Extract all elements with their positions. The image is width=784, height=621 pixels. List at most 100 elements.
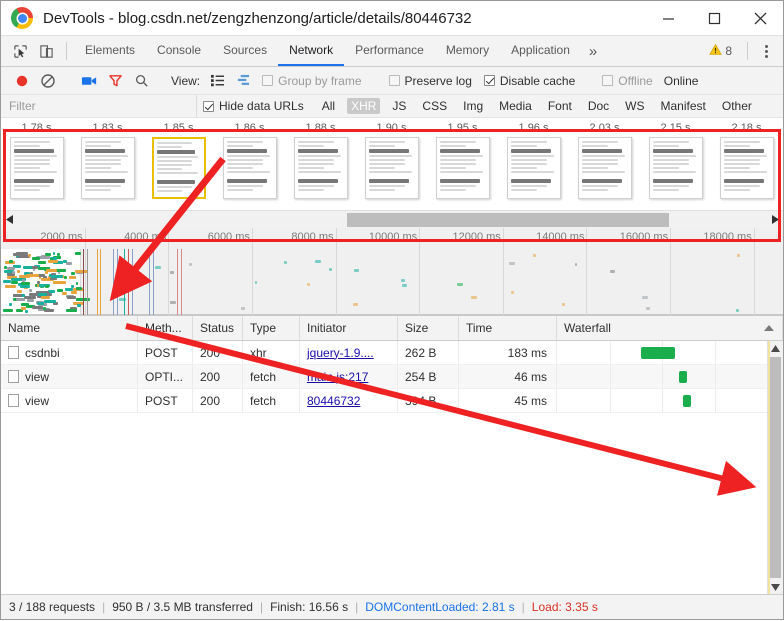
filter-type-media[interactable]: Media: [495, 98, 536, 114]
tab-memory[interactable]: Memory: [435, 36, 500, 66]
column-header-status[interactable]: Status: [193, 316, 243, 340]
filter-funnel-icon[interactable]: [102, 73, 128, 88]
filmstrip-frame[interactable]: 1.78 s: [1, 122, 72, 199]
tab-console[interactable]: Console: [146, 36, 212, 66]
filmstrip-frame-thumbnail[interactable]: [719, 137, 774, 199]
scroll-down-arrow-icon[interactable]: [771, 579, 780, 594]
filter-type-img[interactable]: Img: [459, 98, 487, 114]
close-button[interactable]: [737, 1, 783, 35]
filmstrip[interactable]: 1.78 s 1.83 s 1.85 s 1.86 s 1.88 s 1.90 s 1.95…: [1, 118, 783, 210]
record-button-icon[interactable]: [9, 73, 35, 89]
preserve-log-checkbox[interactable]: Preserve log: [388, 74, 472, 88]
filter-type-doc[interactable]: Doc: [584, 98, 613, 114]
filter-type-manifest[interactable]: Manifest: [657, 98, 710, 114]
clear-icon[interactable]: [35, 73, 61, 89]
list-view-icon[interactable]: [204, 74, 230, 87]
filmstrip-frame-time: 2.18 s: [731, 122, 762, 134]
table-row[interactable]: csdnbi POST 200 xhr jquery-1.9.... 262 B 183 m…: [1, 341, 767, 365]
status-dom-content-loaded: DOMContentLoaded: 2.81 s: [365, 600, 515, 614]
filter-type-other[interactable]: Other: [718, 98, 756, 114]
filmstrip-frame[interactable]: 2.03 s: [569, 122, 640, 199]
group-by-frame-checkbox[interactable]: Group by frame: [262, 74, 362, 88]
column-header-type[interactable]: Type: [243, 316, 300, 340]
table-row[interactable]: view POST 200 fetch 80446732 394 B 45 ms: [1, 389, 767, 413]
filmstrip-frame-thumbnail[interactable]: [577, 137, 632, 199]
filmstrip-frame-thumbnail[interactable]: [9, 137, 64, 199]
thumbnail-line: [14, 175, 60, 177]
initiator-link[interactable]: jquery-1.9....: [307, 346, 374, 360]
kebab-menu-icon[interactable]: [755, 36, 777, 66]
requests-vertical-scrollbar[interactable]: [767, 341, 783, 594]
tab-sources[interactable]: Sources: [212, 36, 278, 66]
filmstrip-frame[interactable]: 1.95 s: [427, 122, 498, 199]
maximize-button[interactable]: [691, 1, 737, 35]
filmstrip-scroll-thumb[interactable]: [347, 213, 669, 227]
disable-cache-checkbox[interactable]: Disable cache: [483, 74, 575, 88]
thumbnail-line: [439, 145, 467, 147]
filter-type-ws[interactable]: WS: [621, 98, 648, 114]
inspect-element-icon[interactable]: [7, 36, 33, 66]
initiator-link[interactable]: main.js:217: [307, 370, 368, 384]
more-tabs-icon[interactable]: »: [581, 36, 605, 66]
filmstrip-frame[interactable]: 1.83 s: [72, 122, 143, 199]
waterfall-view-icon[interactable]: [230, 74, 256, 87]
warning-badge[interactable]: 8: [701, 36, 740, 66]
tab-network[interactable]: Network: [278, 36, 345, 66]
filmstrip-frame[interactable]: 1.85 s: [143, 122, 214, 199]
requests-scroll-thumb[interactable]: [770, 357, 781, 578]
filmstrip-frame-thumbnail[interactable]: [151, 137, 206, 199]
filmstrip-frame[interactable]: 1.86 s: [214, 122, 285, 199]
filmstrip-frame[interactable]: 1.90 s: [356, 122, 427, 199]
filmstrip-frame-thumbnail[interactable]: [435, 137, 490, 199]
column-header-name[interactable]: Name: [1, 316, 138, 340]
overview-request-bar: [37, 302, 45, 306]
request-name: view: [25, 369, 50, 384]
filmstrip-frame-thumbnail[interactable]: [648, 137, 703, 199]
column-header-method[interactable]: Meth...: [138, 316, 193, 340]
filter-type-xhr[interactable]: XHR: [347, 98, 381, 114]
column-header-waterfall[interactable]: Waterfall: [557, 316, 783, 340]
filmstrip-frame[interactable]: 2.18 s: [711, 122, 782, 199]
thumbnail-line: [84, 145, 112, 147]
table-row[interactable]: view OPTI... 200 fetch main.js:217 254 B 46 ms: [1, 365, 767, 389]
initiator-link[interactable]: 80446732: [307, 394, 360, 408]
column-header-size[interactable]: Size: [398, 316, 459, 340]
filter-input[interactable]: Filter: [1, 95, 197, 117]
filmstrip-frame-thumbnail[interactable]: [364, 137, 419, 199]
filmstrip-frame[interactable]: 1.88 s: [285, 122, 356, 199]
filmstrip-horizontal-scrollbar[interactable]: [1, 210, 783, 228]
tab-elements[interactable]: Elements: [74, 36, 146, 66]
filter-type-js[interactable]: JS: [388, 98, 410, 114]
filmstrip-frame-thumbnail[interactable]: [222, 137, 277, 199]
device-toolbar-icon[interactable]: [33, 36, 59, 66]
search-icon[interactable]: [128, 73, 154, 88]
scroll-left-arrow-icon[interactable]: [1, 215, 18, 224]
waterfall-bar[interactable]: [641, 347, 675, 359]
tab-application[interactable]: Application: [500, 36, 581, 66]
overview-request-bar: [36, 283, 39, 287]
camera-icon[interactable]: [76, 74, 102, 88]
waterfall-bar[interactable]: [678, 371, 688, 383]
filmstrip-scroll-track[interactable]: [18, 211, 766, 228]
scroll-right-arrow-icon[interactable]: [766, 215, 783, 224]
scroll-up-arrow-icon[interactable]: [771, 341, 780, 356]
filter-type-all[interactable]: All: [318, 98, 339, 114]
tab-performance[interactable]: Performance: [344, 36, 435, 66]
filter-type-css[interactable]: CSS: [418, 98, 451, 114]
waterfall-bar[interactable]: [683, 395, 692, 407]
minimize-button[interactable]: [645, 1, 691, 35]
column-header-time[interactable]: Time: [459, 316, 557, 340]
offline-checkbox[interactable]: Offline: [602, 74, 653, 88]
online-throttling-select[interactable]: Online: [664, 74, 699, 88]
thumbnail-line: [13, 163, 51, 165]
hide-data-urls-checkbox[interactable]: Hide data URLs: [203, 99, 304, 113]
thumbnail-line: [724, 175, 770, 177]
filmstrip-frame[interactable]: 2.15 s: [640, 122, 711, 199]
filter-type-font[interactable]: Font: [544, 98, 576, 114]
filmstrip-frame-thumbnail[interactable]: [293, 137, 348, 199]
filmstrip-frame-thumbnail[interactable]: [506, 137, 561, 199]
network-overview-timeline[interactable]: 2000 ms 4000 ms 6000 ms 8000 ms 10000 ms 1200…: [1, 228, 783, 316]
column-header-initiator[interactable]: Initiator: [300, 316, 398, 340]
filmstrip-frame[interactable]: 1.96 s: [498, 122, 569, 199]
filmstrip-frame-thumbnail[interactable]: [80, 137, 135, 199]
